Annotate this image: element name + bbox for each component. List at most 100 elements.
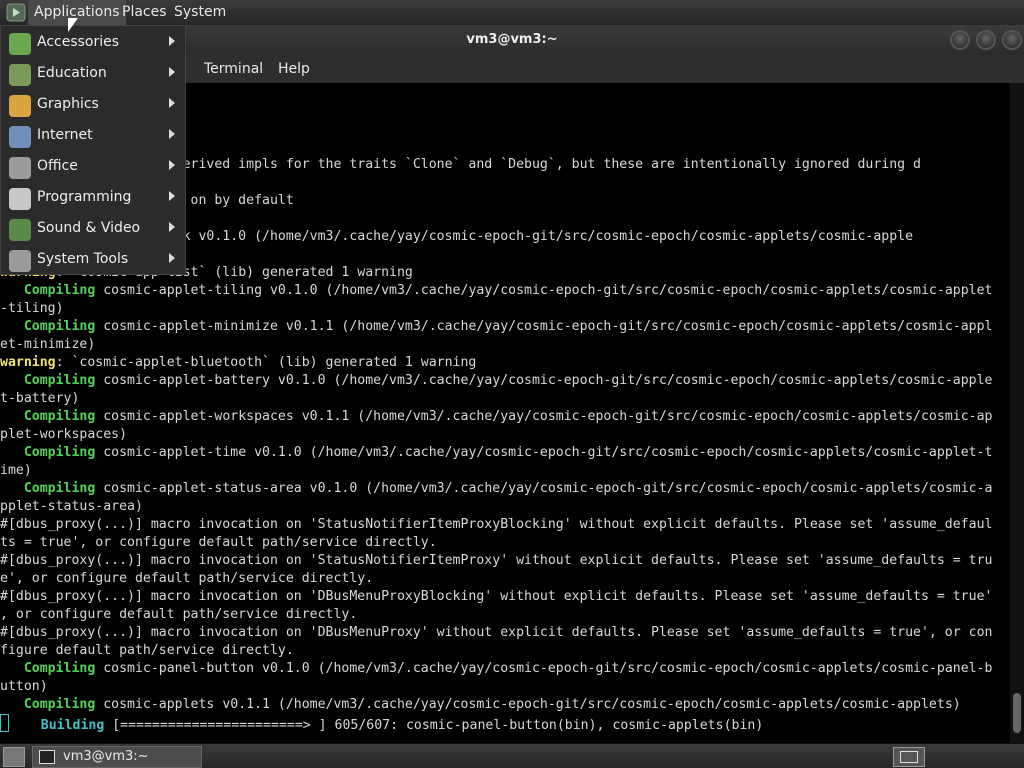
- line-text: -tiling): [0, 301, 64, 316]
- line-text: ime): [0, 463, 32, 478]
- scrollbar-thumb[interactable]: [1013, 693, 1021, 733]
- top-panel: Applications Places System: [0, 0, 1024, 26]
- education-icon: [9, 64, 31, 86]
- terminal-icon: [39, 750, 55, 764]
- system-menu[interactable]: System: [168, 0, 232, 25]
- graphics-icon: [9, 95, 31, 117]
- terminal-line: Compiling cosmic-applet-workspaces v0.1.…: [0, 408, 1010, 426]
- terminal-line: ts = true', or configure default path/se…: [0, 534, 1010, 552]
- bottom-panel: vm3@vm3:~: [0, 743, 1024, 768]
- compiling-label: Compiling: [0, 697, 96, 712]
- apps-menu-label: Accessories: [37, 34, 120, 50]
- compiling-label: Compiling: [0, 283, 96, 298]
- line-text: cosmic-applet-workspaces v0.1.1 (/home/v…: [95, 409, 993, 424]
- close-button[interactable]: [1002, 30, 1022, 50]
- terminal-line: -tiling): [0, 300, 1010, 318]
- terminal-line: t-battery): [0, 390, 1010, 408]
- maximize-button[interactable]: [976, 30, 996, 50]
- apps-menu-label: System Tools: [37, 251, 129, 267]
- submenu-arrow-icon: [169, 67, 175, 77]
- office-icon: [9, 157, 31, 179]
- terminal-scrollbar[interactable]: [1010, 83, 1024, 743]
- show-desktop-icon[interactable]: [3, 747, 25, 767]
- terminal-line: Building [=======================> ] 605…: [0, 714, 1010, 733]
- compiling-label: Compiling: [0, 409, 96, 424]
- terminal-line: #[dbus_proxy(...)] macro invocation on '…: [0, 588, 1010, 606]
- apps-menu-item-office[interactable]: Office: [1, 152, 185, 183]
- terminal-line: warning: `cosmic-applet-bluetooth` (lib)…: [0, 354, 1010, 372]
- submenu-arrow-icon: [169, 253, 175, 263]
- terminal-line: e', or configure default path/service di…: [0, 570, 1010, 588]
- distro-logo-icon[interactable]: [6, 3, 26, 22]
- submenu-arrow-icon: [169, 160, 175, 170]
- submenu-arrow-icon: [169, 98, 175, 108]
- line-text: pplet-status-area): [0, 499, 143, 514]
- line-text: [=======================> ] 605/607: cos…: [104, 718, 764, 733]
- submenu-arrow-icon: [169, 36, 175, 46]
- line-text: cosmic-applets v0.1.1 (/home/vm3/.cache/…: [95, 697, 961, 712]
- terminal-line: , or configure default path/service dire…: [0, 606, 1010, 624]
- terminal-line: Compiling cosmic-applets v0.1.1 (/home/v…: [0, 696, 1010, 714]
- submenu-arrow-icon: [169, 222, 175, 232]
- terminal-line: Compiling cosmic-applet-minimize v0.1.1 …: [0, 318, 1010, 336]
- compiling-label: Compiling: [0, 661, 96, 676]
- menu-terminal[interactable]: Terminal: [198, 55, 269, 83]
- line-text: #[dbus_proxy(...)] macro invocation on '…: [0, 625, 993, 640]
- terminal-line: plet-workspaces): [0, 426, 1010, 444]
- terminal-line: #[dbus_proxy(...)] macro invocation on '…: [0, 516, 1010, 534]
- line-text: figure default path/service directly.: [0, 643, 294, 658]
- apps-menu-label: Programming: [37, 189, 132, 205]
- compiling-label: Compiling: [0, 481, 96, 496]
- apps-menu-item-graphics[interactable]: Graphics: [1, 90, 185, 121]
- apps-menu-item-programming[interactable]: Programming: [1, 183, 185, 214]
- minimize-button[interactable]: [950, 30, 970, 50]
- terminal-line: Compiling cosmic-applet-tiling v0.1.0 (/…: [0, 282, 1010, 300]
- taskbar-label: vm3@vm3:~: [63, 749, 149, 764]
- warning-label: warning: [0, 355, 56, 370]
- line-text: utton): [0, 679, 48, 694]
- sound-video-icon: [9, 219, 31, 241]
- terminal-line: et-minimize): [0, 336, 1010, 354]
- line-text: #[dbus_proxy(...)] macro invocation on '…: [0, 589, 993, 604]
- system-tools-icon: [9, 250, 31, 272]
- menu-help[interactable]: Help: [272, 55, 316, 83]
- places-menu[interactable]: Places: [116, 0, 173, 25]
- compiling-label: Compiling: [0, 319, 96, 334]
- line-text: #[dbus_proxy(...)] macro invocation on '…: [0, 553, 993, 568]
- line-text: plet-workspaces): [0, 427, 128, 442]
- terminal-line: utton): [0, 678, 1010, 696]
- terminal-line: pplet-status-area): [0, 498, 1010, 516]
- apps-menu-item-system-tools[interactable]: System Tools: [1, 245, 185, 276]
- line-text: cosmic-panel-button v0.1.0 (/home/vm3/.c…: [95, 661, 993, 676]
- apps-menu-label: Sound & Video: [37, 220, 141, 236]
- line-text: cosmic-applet-status-area v0.1.0 (/home/…: [95, 481, 993, 496]
- apps-menu-label: Office: [37, 158, 78, 174]
- line-text: cosmic-applet-time v0.1.0 (/home/vm3/.ca…: [95, 445, 993, 460]
- apps-menu-item-accessories[interactable]: Accessories: [1, 28, 185, 59]
- apps-menu-item-education[interactable]: Education: [1, 59, 185, 90]
- mouse-pointer-icon: [68, 18, 78, 32]
- accessories-icon: [9, 33, 31, 55]
- taskbar-terminal-button[interactable]: vm3@vm3:~: [32, 746, 202, 768]
- terminal-line: Compiling cosmic-panel-button v0.1.0 (/h…: [0, 660, 1010, 678]
- apps-menu-item-internet[interactable]: Internet: [1, 121, 185, 152]
- line-text: e', or configure default path/service di…: [0, 571, 374, 586]
- submenu-arrow-icon: [169, 129, 175, 139]
- terminal-line: Compiling cosmic-applet-battery v0.1.0 (…: [0, 372, 1010, 390]
- line-text: #[dbus_proxy(...)] macro invocation on '…: [0, 517, 993, 532]
- workspace-switcher[interactable]: [893, 747, 925, 767]
- terminal-line: #[dbus_proxy(...)] macro invocation on '…: [0, 624, 1010, 642]
- workspace-window-icon: [900, 751, 918, 763]
- line-text: , or configure default path/service dire…: [0, 607, 358, 622]
- text-cursor: [0, 714, 9, 732]
- submenu-arrow-icon: [169, 191, 175, 201]
- terminal-line: Compiling cosmic-applet-time v0.1.0 (/ho…: [0, 444, 1010, 462]
- compiling-label: Compiling: [0, 445, 96, 460]
- programming-icon: [9, 188, 31, 210]
- internet-icon: [9, 126, 31, 148]
- apps-menu-item-sound-video[interactable]: Sound & Video: [1, 214, 185, 245]
- line-text: cosmic-applet-tiling v0.1.0 (/home/vm3/.…: [95, 283, 993, 298]
- compiling-label: Compiling: [0, 373, 96, 388]
- terminal-line: ime): [0, 462, 1010, 480]
- apps-menu-label: Internet: [37, 127, 93, 143]
